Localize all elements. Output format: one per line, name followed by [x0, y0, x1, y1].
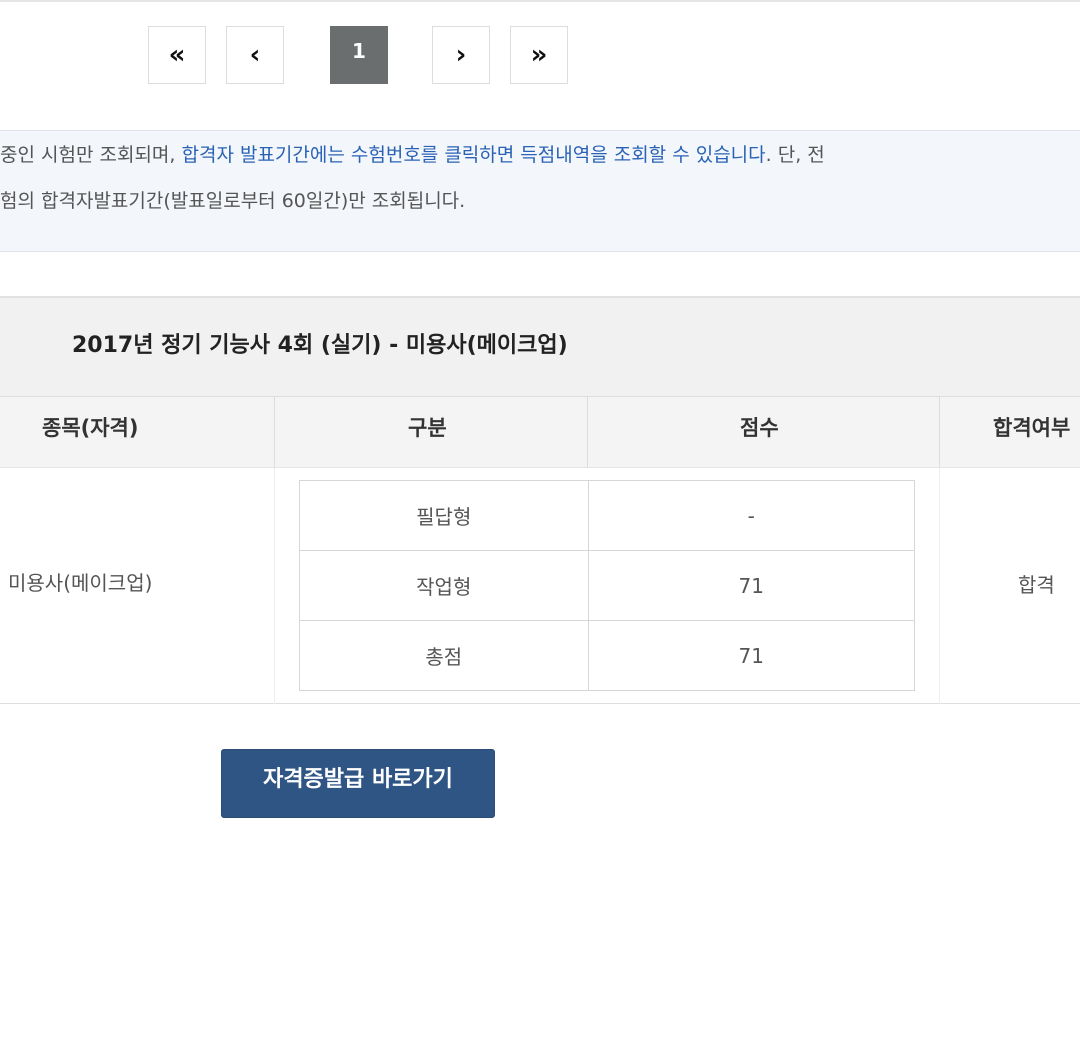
- pagination-prev-button[interactable]: ‹: [226, 26, 284, 84]
- score-row-value: 71: [587, 620, 916, 691]
- subject-cell: 미용사(메이크업): [8, 571, 153, 595]
- header-divider: [274, 396, 275, 468]
- score-row-label: 필답형: [299, 480, 589, 551]
- exam-title: 2017년 정기 기능사 4회 (실기) - 미용사(메이크업): [72, 333, 568, 358]
- score-breakdown-table: 필답형 - 작업형 71 총점 71: [299, 480, 916, 691]
- notice-highlight-text: 합격자 발표기간에는 수험번호를 클릭하면 득점내역을 조회할 수 있습니다: [181, 144, 766, 166]
- table-header-row: [0, 396, 1080, 468]
- pagination-next-button[interactable]: ›: [432, 26, 490, 84]
- score-row: 작업형 71: [299, 550, 916, 621]
- result-cell: 합격: [1018, 573, 1055, 597]
- header-subject: 종목(자격): [42, 416, 139, 440]
- pagination-current-page[interactable]: 1: [330, 26, 388, 84]
- cell-divider: [939, 468, 940, 704]
- top-divider: [0, 0, 1080, 2]
- header-category: 구분: [408, 416, 447, 440]
- score-row-label: 총점: [299, 620, 589, 691]
- header-divider: [939, 396, 940, 468]
- cell-divider: [274, 468, 275, 704]
- score-row-label: 작업형: [299, 550, 589, 621]
- score-row: 총점 71: [299, 620, 916, 691]
- notice-line-2: 험의 합격자발표기간(발표일로부터 60일간)만 조회됩니다.: [0, 190, 466, 212]
- score-row-value: 71: [587, 550, 916, 621]
- header-result: 합격여부: [993, 416, 1071, 440]
- score-row: 필답형 -: [299, 480, 916, 551]
- pagination-last-button[interactable]: »: [510, 26, 568, 84]
- header-divider: [587, 396, 588, 468]
- score-row-value: -: [587, 480, 916, 551]
- certificate-issue-button[interactable]: 자격증발급 바로가기: [221, 749, 495, 818]
- header-score: 점수: [740, 416, 779, 440]
- notice-text-tail: . 단, 전: [765, 144, 825, 166]
- notice-line-1: 중인 시험만 조회되며, 합격자 발표기간에는 수험번호를 클릭하면 득점내역을…: [0, 140, 825, 167]
- score-result-page: « ‹ 1 › » 중인 시험만 조회되며, 합격자 발표기간에는 수험번호를 …: [0, 0, 1080, 1040]
- pagination-first-button[interactable]: «: [148, 26, 206, 84]
- notice-text: 중인 시험만 조회되며,: [0, 144, 182, 166]
